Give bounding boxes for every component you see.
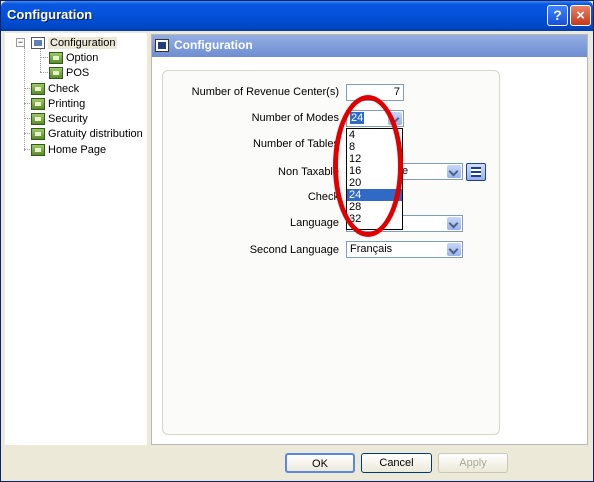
modes-label: Number of Modes xyxy=(251,112,339,124)
configuration-window: Configuration ? × − Configuration Option… xyxy=(0,0,594,482)
second-language-label: Second Language xyxy=(249,244,339,256)
non-taxable-label: Non Taxable xyxy=(278,166,339,178)
modes-dropdown-list[interactable]: 4 8 12 16 20 24 28 32 xyxy=(346,128,403,230)
collapse-toggle[interactable]: − xyxy=(16,38,25,47)
panel-title: Configuration xyxy=(174,38,253,52)
panel-header: Configuration xyxy=(152,35,587,57)
sidebar-item-pos[interactable]: POS xyxy=(49,66,89,80)
second-language-select[interactable]: Français xyxy=(346,241,463,258)
revenue-centers-label: Number of Revenue Center(s) xyxy=(191,86,339,98)
chevron-down-icon[interactable] xyxy=(447,165,461,178)
help-button[interactable]: ? xyxy=(547,5,568,26)
sidebar-item-label: Option xyxy=(66,52,99,65)
ok-button[interactable]: OK xyxy=(285,453,355,473)
apply-button[interactable]: Apply xyxy=(438,453,508,473)
sidebar-item-security[interactable]: Security xyxy=(31,112,88,126)
tree-line xyxy=(40,57,48,58)
sidebar-item-gratuity-distribution[interactable]: Gratuity distribution xyxy=(31,127,143,141)
settings-folder-icon xyxy=(49,52,63,65)
sidebar-tree: − Configuration Option POS Check Printin… xyxy=(5,33,147,445)
settings-folder-icon xyxy=(31,83,45,96)
sidebar-item-label: Home Page xyxy=(48,144,107,157)
tree-line xyxy=(40,48,41,72)
list-editor-icon[interactable] xyxy=(466,163,486,181)
modes-select[interactable]: 24 xyxy=(346,110,404,127)
tree-line xyxy=(40,72,48,73)
revenue-centers-input[interactable]: 7 xyxy=(346,84,404,101)
dropdown-option[interactable]: 20 xyxy=(347,177,402,189)
dropdown-option[interactable]: 32 xyxy=(347,213,402,225)
computer-icon xyxy=(31,37,45,50)
sidebar-item-check[interactable]: Check xyxy=(31,82,79,96)
close-button[interactable]: × xyxy=(570,5,591,26)
language-label: Language xyxy=(290,217,339,229)
second-language-value: Français xyxy=(350,243,393,255)
check-label: Check xyxy=(307,191,339,203)
dropdown-option[interactable]: 12 xyxy=(347,153,402,165)
chevron-down-icon[interactable] xyxy=(447,243,461,256)
modes-selected-value: 24 xyxy=(350,112,365,124)
sidebar-item-label: Printing xyxy=(48,98,86,111)
sidebar-item-label: POS xyxy=(66,67,90,80)
tables-label: Number of Tables xyxy=(252,138,339,150)
chevron-down-icon[interactable] xyxy=(447,217,461,230)
sidebar-item-label: Configuration xyxy=(48,37,118,50)
dropdown-option[interactable]: 28 xyxy=(347,201,402,213)
sidebar-item-option[interactable]: Option xyxy=(49,51,98,65)
title-bar[interactable]: Configuration ? × xyxy=(1,1,593,31)
sidebar-item-configuration[interactable]: Configuration xyxy=(31,36,118,50)
sidebar-item-label: Gratuity distribution xyxy=(48,128,143,141)
dropdown-option[interactable]: 16 xyxy=(347,165,402,177)
sidebar-item-label: Check xyxy=(48,83,80,96)
settings-folder-icon xyxy=(31,98,45,111)
sidebar-item-label: Security xyxy=(48,113,88,126)
sidebar-item-home-page[interactable]: Home Page xyxy=(31,143,106,157)
window-title: Configuration xyxy=(7,7,93,22)
dropdown-option[interactable]: 8 xyxy=(347,141,402,153)
chevron-down-icon[interactable] xyxy=(388,112,402,125)
settings-folder-icon xyxy=(31,113,45,126)
sidebar-item-printing[interactable]: Printing xyxy=(31,97,85,111)
tree-line xyxy=(24,47,25,151)
computer-icon xyxy=(155,39,169,52)
cancel-button[interactable]: Cancel xyxy=(361,453,432,473)
settings-folder-icon xyxy=(31,128,45,141)
settings-folder-icon xyxy=(49,67,63,80)
dropdown-option[interactable]: 4 xyxy=(347,129,402,141)
settings-folder-icon xyxy=(31,144,45,157)
dropdown-option-selected[interactable]: 24 xyxy=(347,189,402,201)
